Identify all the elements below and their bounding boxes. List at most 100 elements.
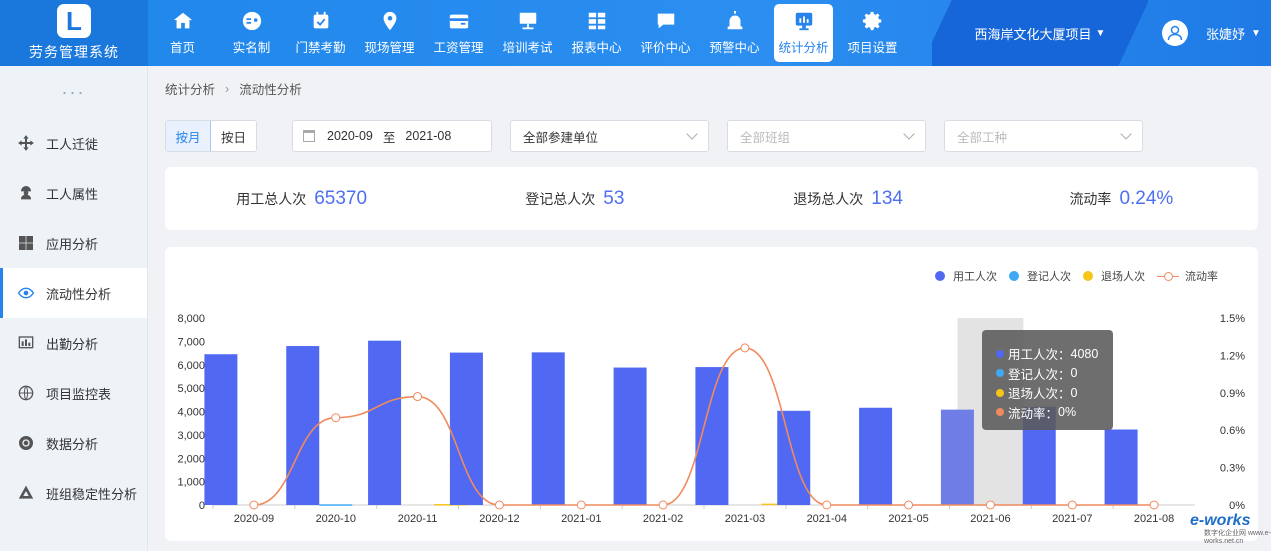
x-tick-label: 2021-01 xyxy=(561,513,601,525)
y-left-tick-label: 1,000 xyxy=(177,477,205,489)
stat-value: 65370 xyxy=(314,187,368,209)
team-select[interactable]: 全部班组 xyxy=(727,120,926,152)
legend-swatch xyxy=(935,271,945,281)
sidebar-item-bar-chart[interactable]: 出勤分析 xyxy=(0,318,147,368)
rate-point xyxy=(822,500,832,510)
legend-item-exit[interactable]: 退场人次 xyxy=(1083,268,1145,284)
bar-work xyxy=(204,354,238,505)
sidebar-item-move-arrows[interactable]: 工人迁徙 xyxy=(0,118,147,168)
rate-point xyxy=(331,413,341,423)
chart-legend: 用工人次 登记人次 退场人次 流动率 xyxy=(923,268,1218,284)
stat-total-exit: 退场总人次 134 xyxy=(712,167,985,230)
nav-table-grid[interactable]: 报表中心 xyxy=(562,0,631,66)
calendar-icon xyxy=(303,130,315,142)
date-end: 2021-08 xyxy=(405,129,452,143)
rate-point xyxy=(904,500,914,510)
breadcrumb-current: 流动性分析 xyxy=(239,83,302,97)
y-left-tick-label: 3,000 xyxy=(177,430,205,442)
nav-location-pin[interactable]: 现场管理 xyxy=(355,0,424,66)
unit-select[interactable]: 全部参建单位 xyxy=(510,120,709,152)
nav-label: 门禁考勤 xyxy=(295,41,346,55)
bar-work xyxy=(1104,429,1138,505)
worker-icon xyxy=(20,186,32,200)
stat-label: 流动率 xyxy=(1069,190,1112,207)
sidebar-item-app-grid[interactable]: 应用分析 xyxy=(0,218,147,268)
nav-label: 报表中心 xyxy=(571,41,622,55)
sidebar-collapse-dots[interactable]: ··· xyxy=(0,66,147,118)
rate-point xyxy=(576,500,586,510)
chat-bubble-icon xyxy=(657,13,674,29)
legend-line-swatch xyxy=(1157,271,1179,281)
chart-tooltip: 用工人次： 4080 登记人次： 0 退场人次： 0 流动率： 0% xyxy=(982,330,1113,430)
rate-point xyxy=(1067,500,1077,510)
by-day-button[interactable]: 按日 xyxy=(211,121,256,151)
nav-calendar-check[interactable]: 门禁考勤 xyxy=(286,0,355,66)
summary-stats: 用工总人次 65370 登记总人次 53 退场总人次 134 流动率 0.24% xyxy=(165,167,1258,230)
nav-home[interactable]: 首页 xyxy=(148,0,217,66)
breadcrumb-item[interactable]: 统计分析 xyxy=(165,79,215,98)
sidebar-item-label: 班组稳定性分析 xyxy=(46,486,138,502)
project-selector[interactable]: 西海岸文化大厦项目 ▼ xyxy=(932,0,1148,66)
nav-alarm[interactable]: 预警中心 xyxy=(700,0,769,66)
sidebar-item-target[interactable]: 数据分析 xyxy=(0,418,147,468)
stat-value: 134 xyxy=(871,187,903,209)
sidebar-item-label: 出勤分析 xyxy=(46,336,99,352)
user-menu[interactable]: 张婕妤 ▼ xyxy=(1162,0,1261,66)
stat-label: 用工总人次 xyxy=(236,190,307,207)
legend-label: 退场人次 xyxy=(1101,271,1145,283)
y-right-tick-label: 0% xyxy=(1229,500,1245,512)
app-logo[interactable]: L 劳务管理系统 xyxy=(0,0,148,66)
by-month-button[interactable]: 按月 xyxy=(166,121,211,151)
bar-work xyxy=(286,346,320,505)
x-tick-label: 2020-09 xyxy=(234,513,274,525)
x-tick-label: 2020-11 xyxy=(398,513,438,525)
rate-point xyxy=(249,500,259,510)
legend-item-rate[interactable]: 流动率 xyxy=(1157,268,1218,284)
y-left-tick-label: 5,000 xyxy=(177,383,205,395)
nav-chat-bubble[interactable]: 评价中心 xyxy=(631,0,700,66)
chevron-down-icon xyxy=(1120,128,1132,140)
chevron-down-icon xyxy=(903,128,915,140)
nav-presentation-board[interactable]: 培训考试 xyxy=(493,0,562,66)
x-tick-label: 2020-10 xyxy=(316,513,356,525)
legend-swatch xyxy=(1083,271,1093,281)
unit-select-value: 全部参建单位 xyxy=(523,130,599,145)
nav-gear[interactable]: 项目设置 xyxy=(838,0,907,66)
tooltip-row: 流动率： 0% xyxy=(996,403,1113,423)
bar-work xyxy=(449,352,483,505)
legend-swatch xyxy=(1009,271,1019,281)
x-tick-label: 2021-08 xyxy=(1134,513,1174,525)
alarm-icon xyxy=(727,10,742,30)
sidebar-item-triangle-layers[interactable]: 班组稳定性分析 xyxy=(0,468,147,518)
watermark-logo: e-works 数字化企业网 www.e-works.net.cn xyxy=(1190,512,1271,545)
legend-item-register[interactable]: 登记人次 xyxy=(1009,268,1071,284)
filter-bar: 按月 按日 2020-09 至 2021-08 全部参建单位 全部班组 全部工种 xyxy=(165,120,1143,152)
y-right-tick-label: 0.9% xyxy=(1220,388,1245,400)
y-left-tick-label: 6,000 xyxy=(177,360,205,372)
home-icon xyxy=(173,12,192,29)
bar-work xyxy=(368,340,402,505)
bar-work xyxy=(613,367,647,505)
nav-wallet[interactable]: 工资管理 xyxy=(424,0,493,66)
nav-stats-screen[interactable]: 统计分析 xyxy=(774,4,833,62)
date-range-picker[interactable]: 2020-09 至 2021-08 xyxy=(292,120,492,152)
target-icon xyxy=(19,436,33,450)
stat-total-work: 用工总人次 65370 xyxy=(165,167,438,230)
gear-icon xyxy=(862,11,881,31)
stat-value: 53 xyxy=(603,187,625,209)
trade-select[interactable]: 全部工种 xyxy=(944,120,1143,152)
sidebar-item-flow-eye[interactable]: 流动性分析 xyxy=(0,268,147,318)
top-navbar: L 劳务管理系统 首页 实名制 门禁考勤 现场管理 工资管理 培训考试 报表中心 评价中心 预警… xyxy=(0,0,1271,66)
stats-screen-icon xyxy=(795,12,812,31)
sidebar-item-worker[interactable]: 工人属性 xyxy=(0,168,147,218)
location-pin-icon xyxy=(383,11,396,31)
bar-work xyxy=(940,409,974,505)
chevron-down-icon xyxy=(686,128,698,140)
nav-id-card[interactable]: 实名制 xyxy=(217,0,286,66)
legend-item-work[interactable]: 用工人次 xyxy=(935,268,997,284)
logo-icon: L xyxy=(57,4,91,38)
app-grid-icon xyxy=(19,236,33,250)
sidebar-item-globe[interactable]: 项目监控表 xyxy=(0,368,147,418)
x-tick-label: 2021-05 xyxy=(888,513,928,525)
bar-chart-icon xyxy=(18,336,34,349)
